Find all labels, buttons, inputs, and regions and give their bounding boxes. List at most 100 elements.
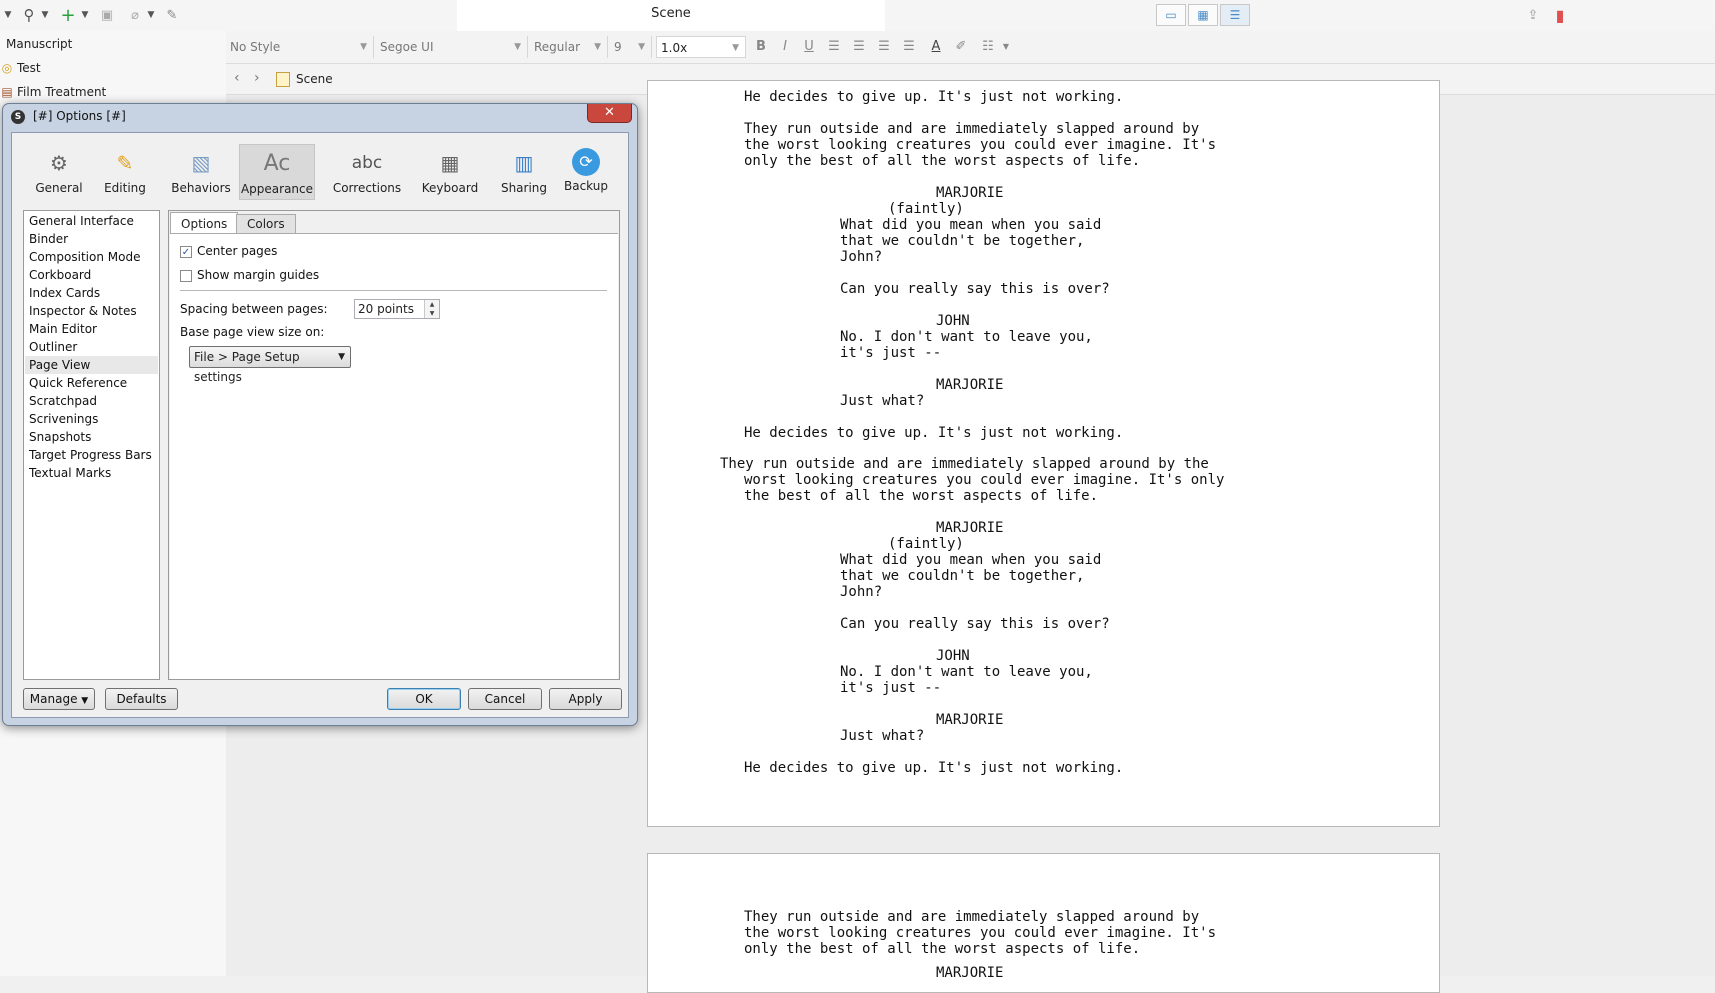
defaults-button[interactable]: Defaults (105, 688, 178, 710)
binder-item-test[interactable]: ◎ Test (0, 57, 41, 79)
script-character: MARJORIE (936, 185, 1004, 201)
category-appearance[interactable]: Ac Appearance (239, 144, 315, 200)
font-select[interactable]: Segoe UI ▼ (376, 36, 528, 58)
script-action: He decides to give up. It's just not wor… (744, 89, 1124, 105)
subcategory-inspector-notes[interactable]: Inspector & Notes (25, 302, 158, 320)
subcategory-main-editor[interactable]: Main Editor (25, 320, 158, 338)
add-icon[interactable]: + (58, 5, 78, 26)
script-dialogue: No. I don't want to leave you, (840, 664, 1093, 680)
subcategory-scratchpad[interactable]: Scratchpad (25, 392, 158, 410)
sharing-icon: ▥ (514, 151, 534, 175)
chevron-down-icon[interactable]: ▼ (80, 5, 90, 25)
chevron-down-icon: ▼ (81, 696, 89, 706)
style-select[interactable]: No Style ▼ (226, 36, 374, 58)
manage-button[interactable]: Manage ▼ (23, 688, 95, 710)
category-sharing[interactable]: ▥ Sharing (494, 144, 554, 200)
forward-icon[interactable]: › (254, 70, 260, 86)
text-color-icon[interactable]: A (926, 38, 946, 56)
bold-icon[interactable]: B (751, 38, 771, 56)
line-spacing-select[interactable]: 1.0x ▼ (656, 36, 746, 58)
category-backup[interactable]: ⟳ Backup (558, 144, 614, 200)
close-button[interactable]: ✕ (587, 104, 632, 123)
document-title: Scene (457, 0, 885, 31)
subcategory-target-progress-bars[interactable]: Target Progress Bars (25, 446, 158, 464)
clip-icon[interactable]: ⌀ (125, 5, 145, 25)
script-dialogue: that we couldn't be together, (840, 568, 1085, 584)
subcategory-corkboard[interactable]: Corkboard (25, 266, 158, 284)
grid-icon[interactable]: ▦ (1188, 4, 1218, 26)
center-pages-label: Center pages (197, 244, 278, 258)
chevron-down-icon[interactable]: ▼ (40, 5, 50, 25)
subcategory-quick-reference[interactable]: Quick Reference (25, 374, 158, 392)
cancel-button[interactable]: Cancel (468, 688, 542, 710)
subcategory-composition-mode[interactable]: Composition Mode (25, 248, 158, 266)
keyboard-icon: ▦ (440, 151, 460, 175)
subcategory-general-interface[interactable]: General Interface (25, 212, 158, 230)
single-page-icon[interactable]: ▭ (1156, 4, 1186, 26)
script-dialogue: John? (840, 249, 883, 265)
center-pages-checkbox[interactable]: ✓ (180, 246, 192, 258)
compose-icon[interactable]: ✎ (162, 5, 182, 25)
chevron-down-icon[interactable]: ▼ (145, 5, 157, 25)
align-justify-icon[interactable]: ☰ (874, 38, 894, 56)
base-size-value: File > Page Setup settings (194, 350, 300, 384)
base-size-select[interactable]: File > Page Setup settings ▼ (189, 346, 351, 384)
spin-up-icon[interactable]: ▲ (424, 300, 439, 309)
share-icon[interactable]: ⇪ (1523, 5, 1543, 25)
binder-item-manuscript[interactable]: Manuscript (6, 33, 72, 55)
category-behaviors[interactable]: ▧ Behaviors (168, 144, 234, 200)
script-page[interactable]: They run outside and are immediately sla… (647, 853, 1440, 993)
category-general[interactable]: ⚙ General (29, 144, 89, 200)
category-keyboard[interactable]: ▦ Keyboard (415, 144, 485, 200)
trash-icon[interactable]: ▣ (97, 5, 117, 25)
abc-icon: abc (351, 153, 383, 173)
chevron-down-icon: ▼ (338, 352, 345, 362)
appearance-icon: Ac (263, 151, 291, 176)
dialog-titlebar[interactable]: S [#] Options [#] (3, 104, 637, 130)
script-character: MARJORIE (936, 712, 1004, 728)
manage-label: Manage (29, 692, 78, 706)
margin-guides-label: Show margin guides (197, 268, 320, 282)
align-left-icon[interactable]: ☰ (824, 38, 844, 56)
align-right-icon[interactable]: ☰ (899, 38, 919, 56)
style-value: No Style (230, 40, 281, 54)
font-weight-select[interactable]: Regular ▼ (530, 36, 608, 58)
spacing-spinbox[interactable]: 20 points ▲ ▼ (354, 299, 440, 319)
font-size-select[interactable]: 9 ▼ (610, 36, 652, 58)
tab-options[interactable]: Options (170, 212, 239, 234)
highlight-icon[interactable]: ✐ (951, 38, 971, 56)
chevron-down-icon[interactable]: ▼ (2, 5, 14, 25)
subcategory-textual-marks[interactable]: Textual Marks (25, 464, 158, 482)
search-icon[interactable]: ⚲ (18, 5, 40, 25)
list-icon[interactable]: ☷ (978, 38, 998, 56)
subcategory-binder[interactable]: Binder (25, 230, 158, 248)
subcategory-outliner[interactable]: Outliner (25, 338, 158, 356)
chevron-down-icon: ▼ (360, 42, 367, 52)
category-label: Backup (564, 179, 608, 193)
binder-item-film-treatment[interactable]: ▤ Film Treatment (0, 81, 106, 103)
outline-icon[interactable]: ☰ (1220, 4, 1250, 26)
category-editing[interactable]: ✎ Editing (99, 144, 151, 200)
spacing-value: 20 points (358, 302, 414, 316)
breadcrumb[interactable]: Scene (276, 69, 333, 89)
align-center-icon[interactable]: ☰ (849, 38, 869, 56)
margin-guides-checkbox[interactable] (180, 270, 192, 282)
bookmark-icon[interactable]: ▮ (1550, 5, 1570, 25)
subcategory-scrivenings[interactable]: Scrivenings (25, 410, 158, 428)
subcategory-index-cards[interactable]: Index Cards (25, 284, 158, 302)
spin-down-icon[interactable]: ▼ (424, 309, 439, 318)
subcategory-snapshots[interactable]: Snapshots (25, 428, 158, 446)
script-action: only the best of all the worst aspects o… (744, 941, 1141, 957)
category-corrections[interactable]: abc Corrections (329, 144, 405, 200)
script-action: They run outside and are immediately sla… (720, 456, 1209, 472)
italic-icon[interactable]: I (775, 38, 795, 56)
underline-icon[interactable]: U (799, 38, 819, 56)
tab-colors[interactable]: Colors (236, 214, 296, 234)
ok-button[interactable]: OK (387, 688, 461, 710)
back-icon[interactable]: ‹ (234, 70, 240, 86)
script-page[interactable]: He decides to give up. It's just not wor… (647, 80, 1440, 827)
apply-button[interactable]: Apply (549, 688, 622, 710)
script-character: MARJORIE (936, 520, 1004, 536)
chevron-down-icon[interactable]: ▼ (996, 38, 1016, 56)
subcategory-page-view[interactable]: Page View (25, 356, 158, 374)
